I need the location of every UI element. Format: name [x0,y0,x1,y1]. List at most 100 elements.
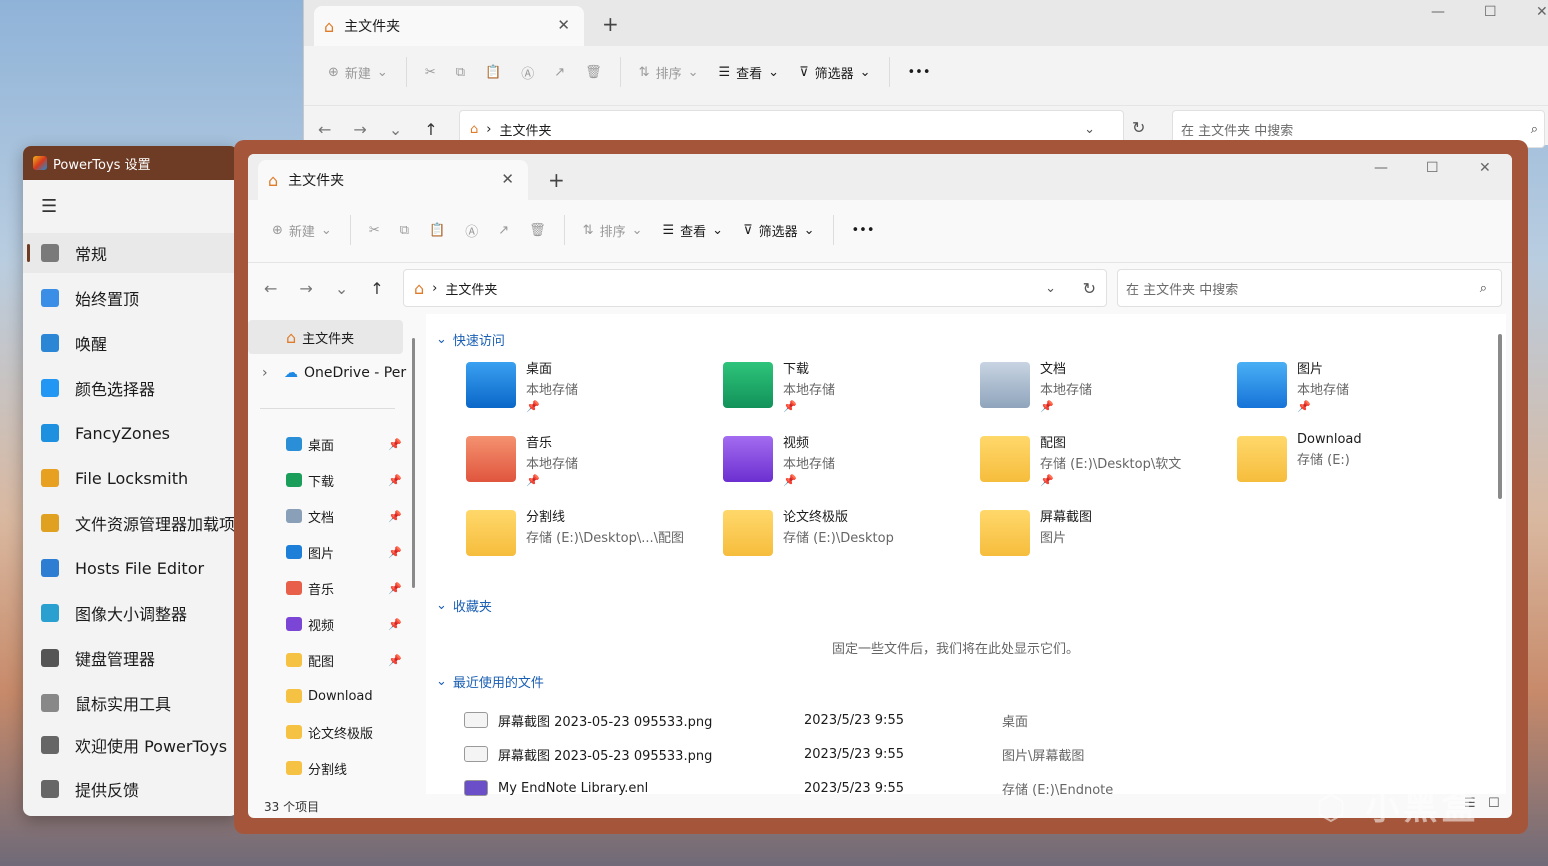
new-button[interactable]: ⊕ 新建 ⌄ [262,212,342,248]
powertoys-nav-item[interactable]: 提供反馈 [23,769,238,809]
delete-button[interactable]: 🗑 [575,54,612,90]
copy-button[interactable]: ⧉ [446,54,475,90]
new-tab-button[interactable]: + [602,12,619,36]
powertoys-nav-item[interactable]: 始终置顶 [23,278,238,318]
sidebar-item[interactable]: 文档 📌 [248,499,408,533]
chevron-down-icon[interactable]: ⌄ [335,279,348,298]
pin-icon[interactable]: 📌 [783,400,835,413]
share-button[interactable]: ↗ [544,54,575,90]
address-bar[interactable]: ⌂ › 主文件夹 ⌄ ↻ [403,269,1107,307]
close-button[interactable]: ✕ [1536,4,1548,20]
powertoys-nav-item[interactable]: File Locksmith [23,458,238,498]
forward-arrow-icon[interactable]: → [299,279,312,298]
more-button[interactable]: ••• [842,212,885,248]
cut-button[interactable]: ✂ [415,54,446,90]
quick-access-tile[interactable]: 桌面 本地存储 📌 [466,358,716,424]
rename-button[interactable]: Ⓐ [455,212,488,248]
powertoys-nav-item[interactable]: 颜色选择器 [23,368,238,408]
filter-button[interactable]: ⊽ 筛选器 ⌄ [789,54,880,90]
refresh-icon[interactable]: ↻ [1132,118,1145,137]
recent-file-row[interactable]: My EndNote Library.enl 2023/5/23 9:55 存储 (… [464,773,1464,803]
more-button[interactable]: ••• [898,54,941,90]
section-quick-access[interactable]: ⌄ 快速访问 [436,330,505,349]
powertoys-nav-item[interactable]: 常规 [23,233,238,273]
sort-button[interactable]: ⇅ 排序 ⌄ [573,212,653,248]
sort-button[interactable]: ⇅ 排序 ⌄ [629,54,709,90]
minimize-button[interactable]: — [1431,4,1445,20]
quick-access-tile[interactable]: 音乐 本地存储 📌 [466,432,716,498]
sidebar-item[interactable]: 桌面 📌 [248,427,408,461]
sidebar-scrollbar[interactable] [412,338,415,588]
pin-icon[interactable]: 📌 [1040,400,1092,413]
close-button[interactable]: ✕ [1479,160,1491,176]
recent-file-row[interactable]: 屏幕截图 2023-05-23 095533.png 2023/5/23 9:55… [464,705,1464,735]
sidebar-item[interactable]: 论文终极版 [248,715,408,749]
pin-icon[interactable]: 📌 [388,546,402,559]
quick-access-tile[interactable]: 配图 存储 (E:)\Desktop\软文 📌 [980,432,1230,498]
pin-icon[interactable]: 📌 [388,510,402,523]
chevron-down-icon[interactable]: ⌄ [1045,281,1056,296]
quick-access-tile[interactable]: 下载 本地存储 📌 [723,358,973,424]
quick-access-tile[interactable]: 论文终极版 存储 (E:)\Desktop [723,506,973,572]
search-input[interactable]: 在 主文件夹 中搜索 ⌕ [1117,269,1502,307]
quick-access-tile[interactable]: 分割线 存储 (E:)\Desktop\...\配图 [466,506,716,572]
pin-icon[interactable]: 📌 [783,474,835,487]
pin-icon[interactable]: 📌 [388,474,402,487]
powertoys-nav-item[interactable]: FancyZones [23,413,238,453]
paste-button[interactable]: 📋 [419,212,455,248]
new-tab-button[interactable]: + [548,168,565,192]
chevron-down-icon[interactable]: ⌄ [389,120,402,139]
quick-access-tile[interactable]: 文档 本地存储 📌 [980,358,1230,424]
pin-icon[interactable]: 📌 [526,400,578,413]
sidebar-item[interactable]: 配图 📌 [248,643,408,677]
back-arrow-icon[interactable]: ← [264,279,277,298]
new-button[interactable]: ⊕ 新建 ⌄ [318,54,398,90]
quick-access-tile[interactable]: Download 存储 (E:) [1237,432,1487,498]
powertoys-nav-item[interactable]: 欢迎使用 PowerToys [23,725,238,765]
close-tab-icon[interactable]: ✕ [501,170,514,188]
back-arrow-icon[interactable]: ← [318,120,331,139]
sidebar-item[interactable]: 下载 📌 [248,463,408,497]
up-arrow-icon[interactable]: ↑ [424,120,437,139]
recent-file-row[interactable]: 屏幕截图 2023-05-23 095533.png 2023/5/23 9:55… [464,739,1464,769]
forward-arrow-icon[interactable]: → [353,120,366,139]
tab-home[interactable]: ⌂ 主文件夹 ✕ [314,6,584,46]
close-tab-icon[interactable]: ✕ [557,16,570,34]
section-recent[interactable]: ⌄ 最近使用的文件 [436,672,544,691]
pin-icon[interactable]: 📌 [388,438,402,451]
tiles-view-icon[interactable]: ☐ [1488,796,1500,811]
sidebar-item[interactable]: Download [248,679,408,713]
filter-button[interactable]: ⊽ 筛选器 ⌄ [733,212,824,248]
quick-access-tile[interactable]: 图片 本地存储 📌 [1237,358,1487,424]
pin-icon[interactable]: 📌 [1040,474,1181,487]
sidebar-item-onedrive[interactable]: › ☁ OneDrive - Per [248,356,408,390]
pin-icon[interactable]: 📌 [388,654,402,667]
cut-button[interactable]: ✂ [359,212,390,248]
chevron-down-icon[interactable]: ⌄ [1084,122,1095,137]
sidebar-item[interactable]: 图片 📌 [248,535,408,569]
sidebar-item[interactable]: 分割线 [248,751,408,785]
pin-icon[interactable]: 📌 [388,582,402,595]
section-favorites[interactable]: ⌄ 收藏夹 [436,596,492,615]
pin-icon[interactable]: 📌 [1297,400,1349,413]
view-button[interactable]: ☰ 查看 ⌄ [652,212,733,248]
maximize-button[interactable]: ☐ [1426,160,1439,176]
powertoys-nav-item[interactable]: 唤醒 [23,323,238,363]
powertoys-nav-item[interactable]: 鼠标实用工具 [23,683,238,723]
copy-button[interactable]: ⧉ [390,212,419,248]
pin-icon[interactable]: 📌 [526,474,578,487]
hamburger-menu-icon[interactable]: ☰ [41,196,57,217]
share-button[interactable]: ↗ [488,212,519,248]
content-scrollbar[interactable] [1498,334,1502,499]
sidebar-item[interactable]: 音乐 📌 [248,571,408,605]
minimize-button[interactable]: — [1374,160,1388,176]
refresh-icon[interactable]: ↻ [1083,279,1096,298]
powertoys-nav-item[interactable]: 图像大小调整器 [23,593,238,633]
quick-access-tile[interactable]: 视频 本地存储 📌 [723,432,973,498]
powertoys-nav-item[interactable]: 键盘管理器 [23,638,238,678]
view-button[interactable]: ☰ 查看 ⌄ [708,54,789,90]
sidebar-item-home[interactable]: ⌂ 主文件夹 [248,320,403,354]
maximize-button[interactable]: ☐ [1484,4,1497,20]
quick-access-tile[interactable]: 屏幕截图 图片 [980,506,1230,572]
powertoys-nav-item[interactable]: Hosts File Editor [23,548,238,588]
